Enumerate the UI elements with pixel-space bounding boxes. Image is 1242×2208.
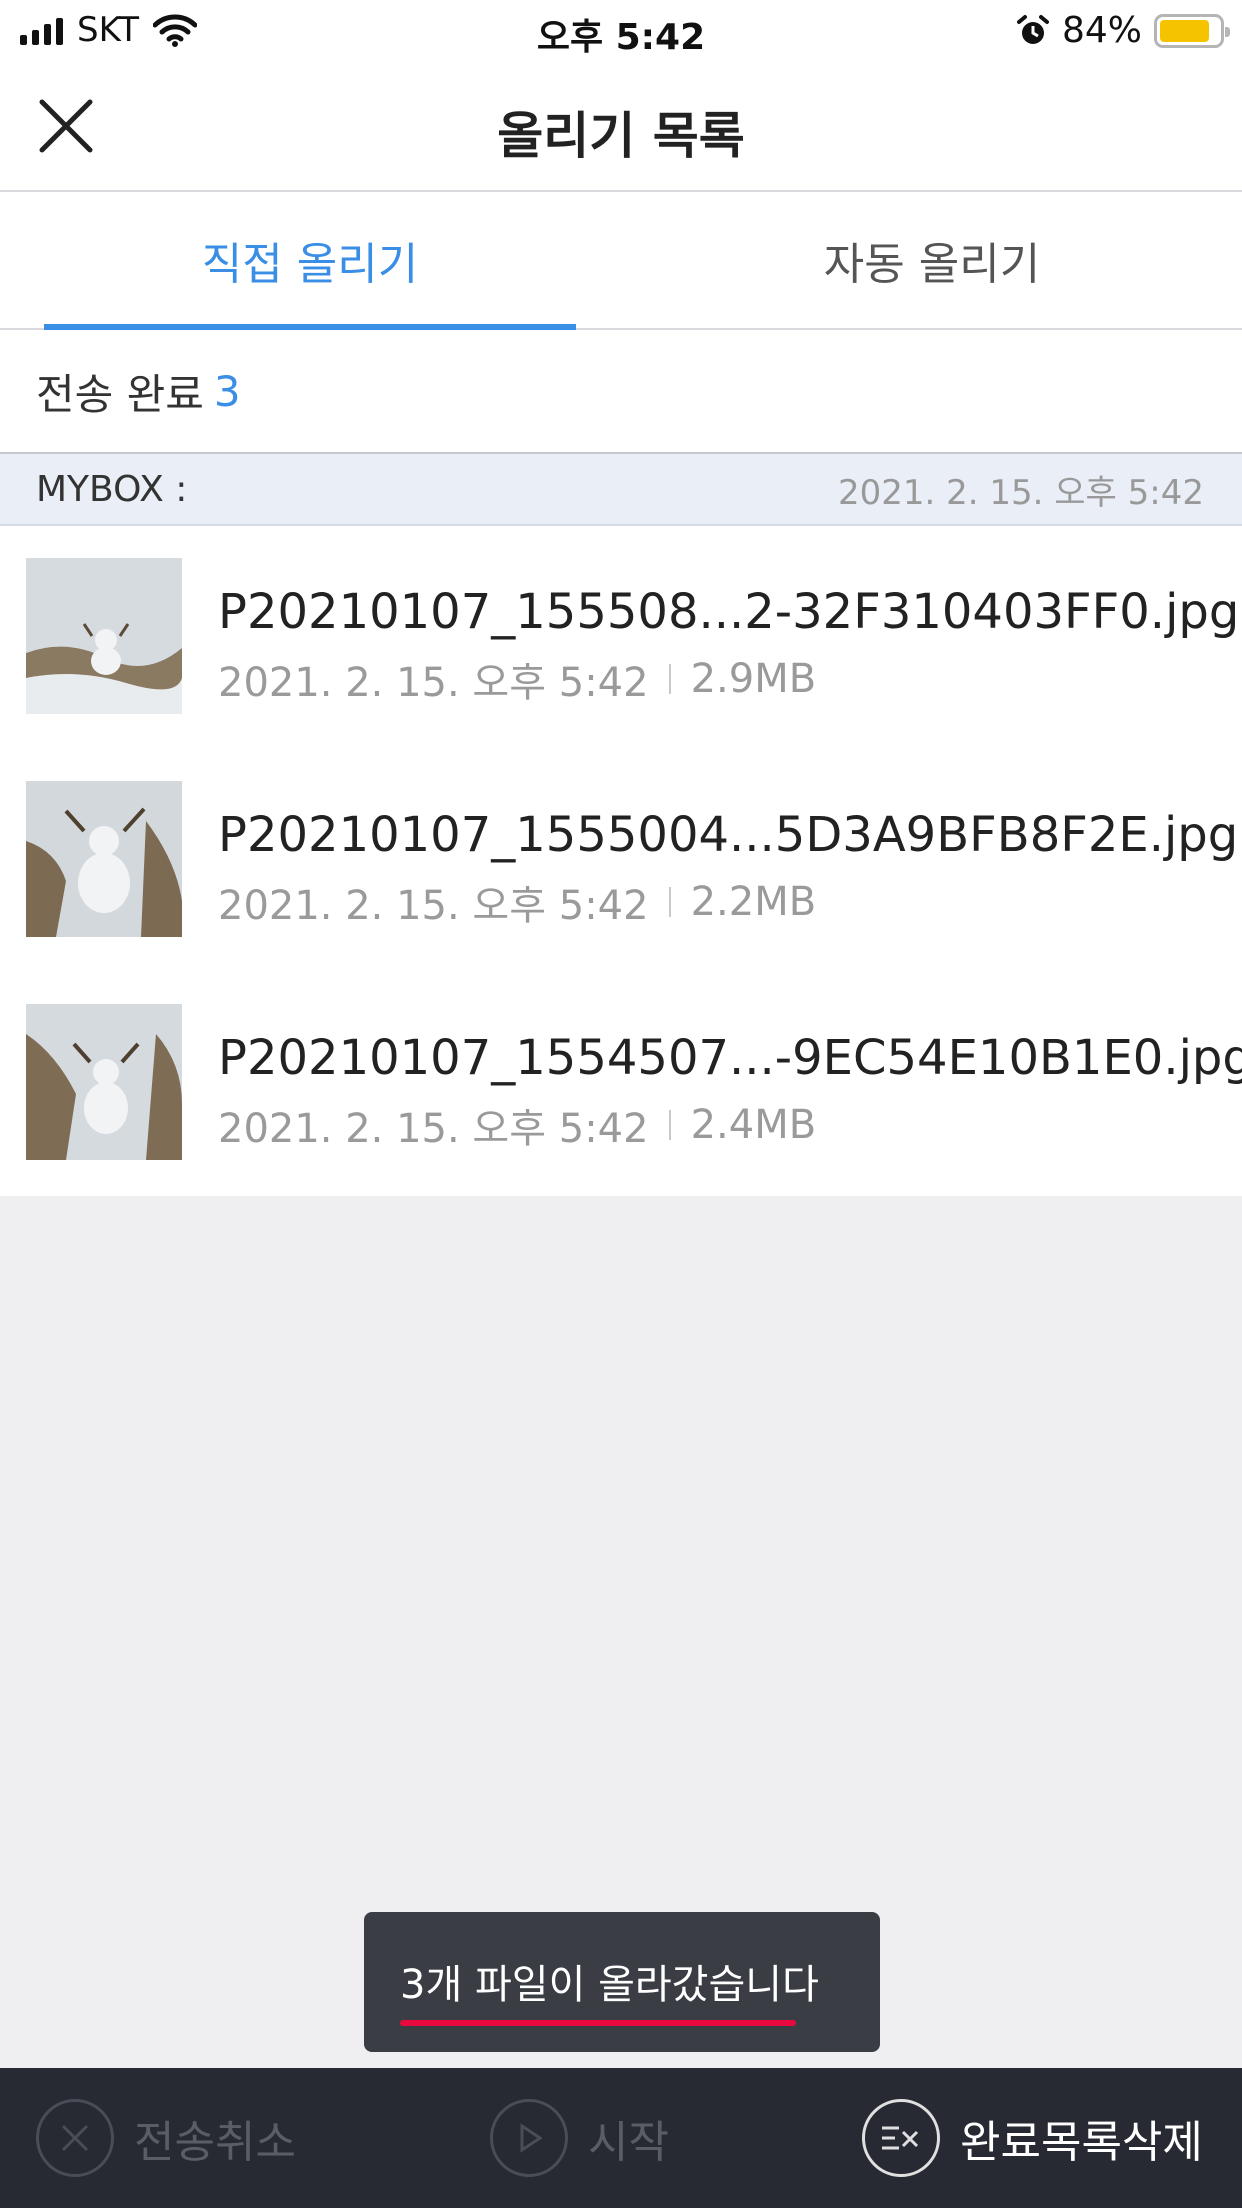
toast-message: 3개 파일이 올라갔습니다 [364,1912,880,2052]
cancel-transfer-button[interactable]: 전송취소 [36,2068,296,2208]
section-header: MYBOX : 2021. 2. 15. 오후 5:42 [0,454,1242,526]
file-name: P20210107_155508...2-32F310403FF0.jpg [218,584,1240,640]
toast-text: 3개 파일이 올라갔습니다 [400,1962,819,2008]
file-date: 2021. 2. 15. 오후 5:42 [218,883,649,929]
meta-divider [668,664,671,694]
clear-completed-label: 완료목록삭제 [960,2117,1203,2168]
toast-underline [400,2020,796,2026]
section-label: MYBOX : [36,468,188,510]
bottom-toolbar: 전송취소 시작 완료목록삭제 [0,2068,1242,2208]
file-size: 2.9MB [690,656,817,702]
summary-count: 3 [213,366,241,416]
battery-fill [1160,19,1209,42]
tab-auto-upload[interactable]: 자동 올리기 [666,192,1198,328]
status-bar: SKT 오후 5:42 84% [0,0,1242,62]
file-row[interactable]: P20210107_1554507...-9EC54E10B1E0.jpg 20… [0,972,1242,1195]
tab-bar: 직접 올리기 자동 올리기 [0,192,1242,330]
file-meta: 2021. 2. 15. 오후 5:42 2.4MB [218,1096,816,1154]
file-thumbnail [26,781,182,937]
file-name: P20210107_1554507...-9EC54E10B1E0.jpg [218,1030,1242,1086]
nav-bar: 올리기 목록 [0,62,1242,192]
file-row[interactable]: P20210107_155508...2-32F310403FF0.jpg 20… [0,526,1242,749]
page-title: 올리기 목록 [497,107,745,165]
status-right: 84% [1016,10,1230,51]
start-button[interactable]: 시작 [490,2068,669,2208]
file-list: P20210107_155508...2-32F310403FF0.jpg 20… [0,526,1242,1196]
summary-label: 전송 완료 [36,369,204,419]
section-date: 2021. 2. 15. 오후 5:42 [838,472,1204,513]
battery-icon [1154,13,1230,48]
alarm-icon [1016,14,1049,44]
file-row[interactable]: P20210107_1555004...5D3A9BFB8F2E.jpg 202… [0,749,1242,972]
transfer-summary: 전송 완료 3 [0,330,1242,454]
cancel-transfer-label: 전송취소 [134,2117,296,2168]
file-thumbnail [26,1004,182,1160]
clear-list-icon [862,2099,940,2177]
upload-list-screen: SKT 오후 5:42 84% 올리기 목록 직접 올리기 자동 올리기 전송 … [0,0,1242,2208]
tab-direct-upload[interactable]: 직접 올리기 [44,192,576,330]
file-thumbnail [26,558,182,714]
battery-percent: 84% [1061,10,1142,51]
meta-divider [668,1110,671,1140]
file-date: 2021. 2. 15. 오후 5:42 [218,1106,649,1152]
file-size: 2.4MB [690,1102,817,1148]
cancel-icon [36,2099,114,2177]
start-label: 시작 [588,2117,669,2168]
file-date: 2021. 2. 15. 오후 5:42 [218,660,649,706]
clear-completed-button[interactable]: 완료목록삭제 [862,2068,1203,2208]
file-size: 2.2MB [690,879,817,925]
file-name: P20210107_1555004...5D3A9BFB8F2E.jpg [218,807,1239,863]
file-meta: 2021. 2. 15. 오후 5:42 2.9MB [218,650,816,708]
file-meta: 2021. 2. 15. 오후 5:42 2.2MB [218,873,816,931]
play-icon [490,2099,568,2177]
meta-divider [668,887,671,917]
